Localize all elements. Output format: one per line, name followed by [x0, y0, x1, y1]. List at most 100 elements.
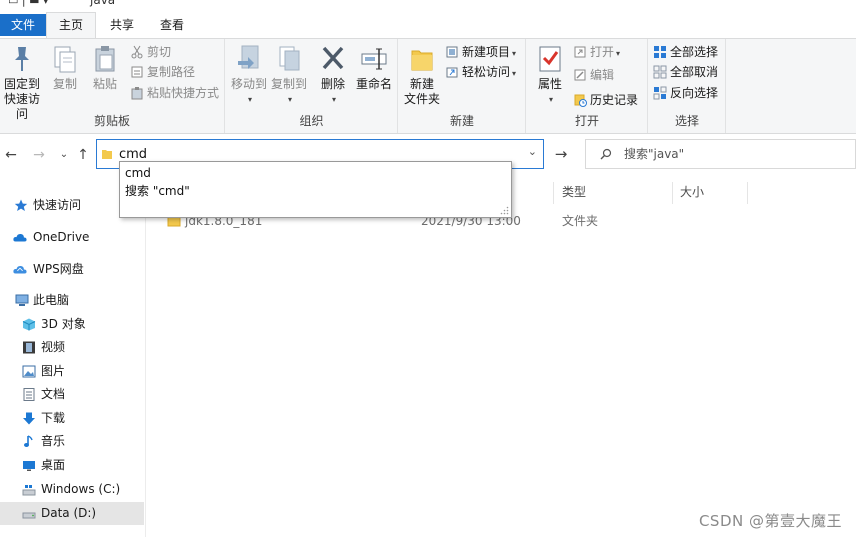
select-all-button[interactable]: 全部选择 [653, 42, 718, 62]
copy-to-icon [274, 43, 304, 75]
properties-button[interactable]: 属性 ▾ [531, 43, 569, 107]
select-none-label: 全部取消 [670, 65, 719, 79]
nav-label-videos: 视频 [41, 340, 66, 354]
open-group-label: 打开 [574, 114, 599, 128]
select-all-icon [653, 45, 667, 59]
clipboard-group: 固定到 快速访问 复制 粘贴 剪切 复制路径 粘贴快捷方式 剪贴板 [0, 39, 225, 133]
file-list-pane: 类型 大小 jdk1.8.0_181 2021/9/30 13:00 文件夹 [147, 176, 856, 537]
nav-item-drive-d[interactable]: Data (D:) [0, 502, 144, 525]
search-input[interactable] [624, 144, 844, 164]
windows-drive-icon [22, 485, 36, 496]
new-item-label: 新建项目 [462, 45, 511, 59]
move-to-button[interactable]: 移动到 ▾ [230, 43, 268, 107]
new-item-button[interactable]: 新建项目 ▾ [445, 42, 516, 62]
copy-button[interactable]: 复制 [48, 43, 82, 92]
copy-label: 复制 [52, 77, 77, 91]
watermark: CSDN @第壹大魔王 [698, 512, 842, 530]
clipboard-group-label: 剪贴板 [93, 114, 130, 128]
pin-icon [7, 43, 37, 75]
nav-item-pictures[interactable]: 图片 [0, 360, 144, 383]
nav-label-documents: 文档 [41, 387, 66, 401]
search-box[interactable] [585, 139, 856, 169]
rename-label: 重命名 [355, 77, 392, 91]
column-divider[interactable] [553, 182, 554, 204]
organize-group-label: 组织 [299, 114, 324, 128]
rename-button[interactable]: 重命名 [352, 43, 396, 92]
go-arrow-icon[interactable]: → [550, 144, 572, 164]
back-arrow-icon[interactable]: ← [2, 146, 20, 164]
tab-view[interactable]: 查看 [148, 14, 196, 38]
edit-button[interactable]: 编辑 [573, 65, 614, 85]
open-button[interactable]: 打开 ▾ [573, 42, 620, 62]
rename-icon [359, 43, 389, 75]
cut-button[interactable]: 剪切 [130, 42, 171, 62]
autocomplete-item-search-cmd[interactable]: 搜索 "cmd" [125, 182, 190, 200]
recent-locations-chevron-icon[interactable]: ⌄ [55, 146, 73, 164]
film-icon [23, 341, 35, 354]
invert-selection-button[interactable]: 反向选择 [653, 83, 718, 103]
paste-shortcut-button[interactable]: 粘贴快捷方式 [130, 83, 219, 103]
nav-item-drive-c[interactable]: Windows (C:) [0, 478, 144, 501]
autocomplete-item-cmd[interactable]: cmd [125, 164, 151, 182]
new-folder-label-line1: 新建 [409, 77, 434, 91]
new-item-icon [445, 45, 459, 59]
nav-item-desktop[interactable]: 桌面 [0, 454, 144, 477]
star-icon [14, 199, 28, 211]
tab-home[interactable]: 主页 [46, 12, 96, 39]
nav-item-3d-objects[interactable]: 3D 对象 [0, 313, 144, 336]
title-bar: ▭ | ▬ ▾ java [0, 0, 856, 8]
address-dropdown-chevron-icon[interactable]: ⌄ [528, 145, 537, 158]
select-group-label: 选择 [674, 114, 699, 128]
paste-shortcut-label: 粘贴快捷方式 [147, 86, 220, 100]
up-arrow-icon[interactable]: ↑ [74, 146, 92, 164]
copy-path-icon [130, 65, 144, 79]
nav-item-onedrive[interactable]: OneDrive [0, 226, 144, 249]
easy-access-button[interactable]: 轻松访问 ▾ [445, 62, 516, 82]
nav-item-downloads[interactable]: 下载 [0, 407, 144, 430]
drive-icon [22, 512, 36, 519]
column-header-size[interactable]: 大小 [680, 182, 704, 202]
paste-button[interactable]: 粘贴 [88, 43, 122, 92]
quick-access-toolbar-icons[interactable]: ▭ | ▬ ▾ [8, 0, 49, 7]
new-group-label: 新建 [449, 114, 474, 128]
computer-icon [15, 294, 29, 306]
nav-item-videos[interactable]: 视频 [0, 336, 144, 359]
nav-item-documents[interactable]: 文档 [0, 383, 144, 406]
column-divider[interactable] [672, 182, 673, 204]
nav-label-downloads: 下载 [41, 411, 66, 425]
nav-label-desktop: 桌面 [41, 458, 66, 472]
delete-dropdown-icon: ▾ [331, 95, 336, 104]
cut-label: 剪切 [147, 45, 172, 59]
invert-selection-icon [653, 86, 667, 100]
tab-share[interactable]: 共享 [100, 14, 144, 38]
select-none-button[interactable]: 全部取消 [653, 62, 718, 82]
properties-checkmark-icon [535, 43, 565, 75]
column-divider[interactable] [747, 182, 748, 204]
nav-label-onedrive: OneDrive [33, 230, 90, 244]
forward-arrow-icon[interactable]: → [30, 146, 48, 164]
edit-pencil-icon [573, 68, 587, 82]
tab-file[interactable]: 文件 [0, 14, 46, 36]
delete-button[interactable]: 删除 ▾ [316, 43, 350, 107]
copy-path-button[interactable]: 复制路径 [130, 62, 195, 82]
wps-cloud-icon [13, 265, 27, 274]
column-header-type[interactable]: 类型 [562, 182, 586, 202]
history-label: 历史记录 [590, 93, 639, 107]
copy-path-label: 复制路径 [147, 65, 196, 79]
history-icon [573, 93, 587, 107]
copy-to-dropdown-icon: ▾ [287, 95, 292, 104]
onedrive-cloud-icon [13, 233, 27, 242]
nav-item-music[interactable]: 音乐 [0, 430, 144, 453]
cube-3d-icon [22, 318, 36, 331]
new-folder-button[interactable]: 新建 文件夹 [401, 43, 443, 107]
nav-label-drive-d: Data (D:) [41, 506, 97, 520]
nav-item-wps[interactable]: WPS网盘 [0, 258, 144, 281]
resize-grip-icon[interactable] [500, 206, 509, 215]
pin-to-quick-access-button[interactable]: 固定到 快速访问 [0, 43, 44, 122]
nav-item-this-pc[interactable]: 此电脑 [0, 289, 144, 312]
open-dropdown-icon: ▾ [616, 49, 621, 58]
download-arrow-icon [23, 412, 35, 425]
document-icon [23, 388, 35, 401]
copy-to-button[interactable]: 复制到 ▾ [270, 43, 308, 107]
history-button[interactable]: 历史记录 [573, 90, 638, 110]
